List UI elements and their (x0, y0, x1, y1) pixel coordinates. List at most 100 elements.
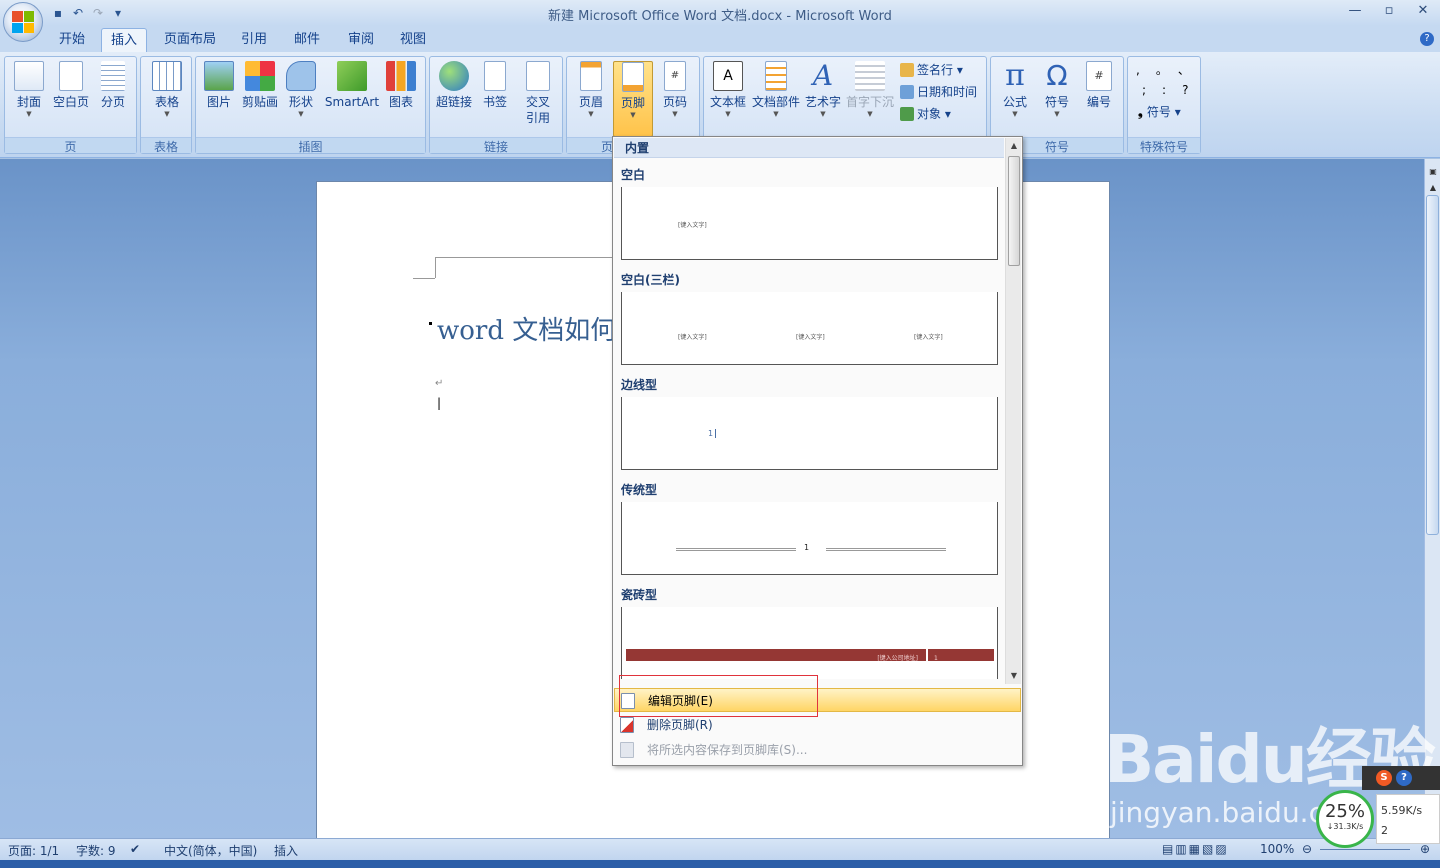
special-chars-row-2[interactable]: ;:? (1142, 81, 1204, 99)
scroll-up-icon[interactable]: ▲ (1008, 141, 1020, 150)
network-speed-panel: 5.59K/s 2 (1376, 794, 1440, 844)
globe-icon (439, 61, 469, 91)
save-to-gallery-command[interactable]: 将所选内容保存到页脚库(S)... (614, 738, 1021, 762)
cross-reference-button[interactable]: 交叉 引用 (518, 61, 558, 126)
header-icon (580, 61, 602, 91)
dropdown-scroll-thumb[interactable] (1008, 156, 1020, 266)
tab-references[interactable]: 引用 (234, 28, 274, 52)
blank-page-icon (59, 61, 83, 91)
wordart-button[interactable]: A 艺术字 ▼ (804, 59, 842, 119)
pi-icon: π (1005, 58, 1025, 93)
footer-option-blank[interactable]: 空白 [键入文字] (614, 159, 1004, 264)
special-chars-row-1[interactable]: ,。、 (1136, 61, 1206, 79)
bookmark-icon (484, 61, 506, 91)
ruler-toggle-icon[interactable]: ▣ (1427, 167, 1439, 179)
table-icon (152, 61, 182, 91)
zoom-level[interactable]: 100% (1260, 842, 1294, 856)
page-break-button[interactable]: 分页 (95, 61, 131, 110)
blank-page-button[interactable]: 空白页 (51, 61, 91, 110)
page-number-tile: 1 (928, 649, 994, 662)
dropdown-scrollbar[interactable]: ▲ ▼ (1005, 138, 1021, 684)
tab-view[interactable]: 视图 (393, 28, 433, 52)
textbox-icon: A (713, 61, 743, 91)
close-button[interactable]: ✕ (1406, 0, 1440, 22)
picture-button[interactable]: 图片 (202, 61, 236, 110)
equation-button[interactable]: π 公式 ▼ (995, 58, 1035, 119)
header-boundary (435, 257, 615, 258)
ribbon-tabs: 开始 插入 页面布局 引用 邮件 审阅 视图 ? (0, 26, 1440, 52)
footer-option-blank-three-column[interactable]: 空白(三栏) [键入文字] [键入文字] [键入文字] (614, 264, 1004, 369)
header-button[interactable]: 页眉 ▼ (573, 61, 609, 118)
tab-home[interactable]: 开始 (52, 28, 92, 52)
group-illustrations: 图片 剪贴画 形状 ▼ SmartArt 图表 插图 (195, 56, 426, 154)
tab-mailings[interactable]: 邮件 (287, 28, 327, 52)
tab-review[interactable]: 审阅 (341, 28, 381, 52)
zoom-out-icon[interactable]: ⊖ (1302, 842, 1312, 856)
quick-parts-button[interactable]: 文档部件 ▼ (750, 61, 802, 118)
restore-button[interactable]: ▫ (1372, 0, 1406, 22)
ime-toolbar[interactable]: S ? (1362, 766, 1440, 790)
numbering-button[interactable]: # 编号 (1079, 61, 1119, 110)
group-special-symbols: ,。、 ;:? ❟ 符号 ▾ 特殊符号 (1127, 56, 1201, 154)
footer-preview: 1 (621, 502, 998, 575)
word-count[interactable]: 字数: 9 (76, 842, 116, 859)
signature-line-button[interactable]: 签名行 ▾ (900, 61, 963, 79)
chart-button[interactable]: 图表 (384, 61, 418, 110)
page-number-button[interactable]: # 页码 ▼ (657, 61, 693, 118)
group-pages-label: 页 (5, 137, 136, 154)
paragraph-mark: ↵ (435, 378, 444, 389)
smartart-button[interactable]: SmartArt (324, 61, 380, 110)
help-icon[interactable]: ? (1420, 32, 1434, 46)
language-indicator[interactable]: 中文(简体，中国) (164, 842, 257, 859)
chart-icon (386, 61, 416, 91)
special-symbol-button[interactable]: ❟ 符号 ▾ (1138, 103, 1181, 121)
footer-preview: [键入公司地址] 1 (621, 607, 998, 679)
text-cursor[interactable]: | (437, 396, 441, 410)
drop-cap-icon (855, 61, 885, 91)
drop-cap-button[interactable]: 首字下沉 ▼ (844, 61, 896, 118)
sogou-icon[interactable]: S (1376, 770, 1392, 786)
footer-option-tiles[interactable]: 瓷砖型 [键入公司地址] 1 (614, 579, 1004, 679)
symbol-button[interactable]: Ω 符号 ▼ (1037, 59, 1077, 119)
remove-footer-icon (620, 717, 634, 733)
clip-art-button[interactable]: 剪贴画 (240, 61, 280, 110)
document-heading[interactable]: word 文档如何 (437, 310, 616, 347)
help-icon[interactable]: ? (1396, 770, 1412, 786)
signature-icon (900, 63, 914, 77)
proofing-icon[interactable]: ✔ (130, 842, 140, 856)
scroll-up-icon[interactable]: ▲ (1427, 183, 1439, 195)
hyperlink-button[interactable]: 超链接 (434, 61, 474, 110)
network-monitor[interactable]: 25% ↓31.3K/s 5.59K/s 2 (1312, 790, 1440, 850)
scroll-down-icon[interactable]: ▼ (1008, 671, 1020, 680)
tab-page-layout[interactable]: 页面布局 (158, 28, 222, 52)
clip-art-icon (245, 61, 275, 91)
title-bar: ▪ ↶ ↷ ▾ 新建 Microsoft Office Word 文档.docx… (0, 0, 1440, 42)
wordart-icon: A (812, 59, 834, 92)
insert-mode[interactable]: 插入 (274, 842, 298, 859)
object-button[interactable]: 对象 ▾ (900, 105, 951, 123)
crop-mark (413, 278, 435, 279)
footer-button[interactable]: 页脚 ▼ (613, 61, 653, 137)
tab-insert[interactable]: 插入 (101, 28, 147, 52)
office-button[interactable] (3, 2, 43, 42)
minimize-button[interactable]: — (1338, 0, 1372, 22)
footer-option-traditional[interactable]: 传统型 1 (614, 474, 1004, 579)
textbox-button[interactable]: A 文本框 ▼ (708, 61, 748, 118)
page-count[interactable]: 页面: 1/1 (8, 842, 59, 859)
page-number-icon: # (664, 61, 686, 91)
paragraph-marker (429, 322, 432, 325)
date-time-button[interactable]: 日期和时间 (900, 83, 977, 101)
table-button[interactable]: 表格 ▼ (149, 61, 185, 118)
omega-icon: Ω (1046, 59, 1068, 92)
footer-gallery-dropdown: 内置 空白 [键入文字] 空白(三栏) [键入文字] [键入文字] [键入文字]… (612, 136, 1023, 766)
status-bar: 页面: 1/1 字数: 9 ✔ 中文(简体，中国) 插入 ▤▥▦▧▨ 100% … (0, 838, 1440, 860)
footer-option-sideline[interactable]: 边线型 1 (614, 369, 1004, 474)
view-buttons[interactable]: ▤▥▦▧▨ (1162, 842, 1229, 856)
cover-page-button[interactable]: 封面 ▼ (11, 61, 47, 118)
bookmark-button[interactable]: 书签 (478, 61, 512, 110)
shapes-button[interactable]: 形状 ▼ (284, 61, 318, 118)
footer-gallery-list: 空白 [键入文字] 空白(三栏) [键入文字] [键入文字] [键入文字] 边线… (614, 159, 1004, 679)
comma-icon: ❟ (1138, 105, 1147, 119)
footer-preview: 1 (621, 397, 998, 470)
scroll-thumb[interactable] (1426, 195, 1439, 535)
